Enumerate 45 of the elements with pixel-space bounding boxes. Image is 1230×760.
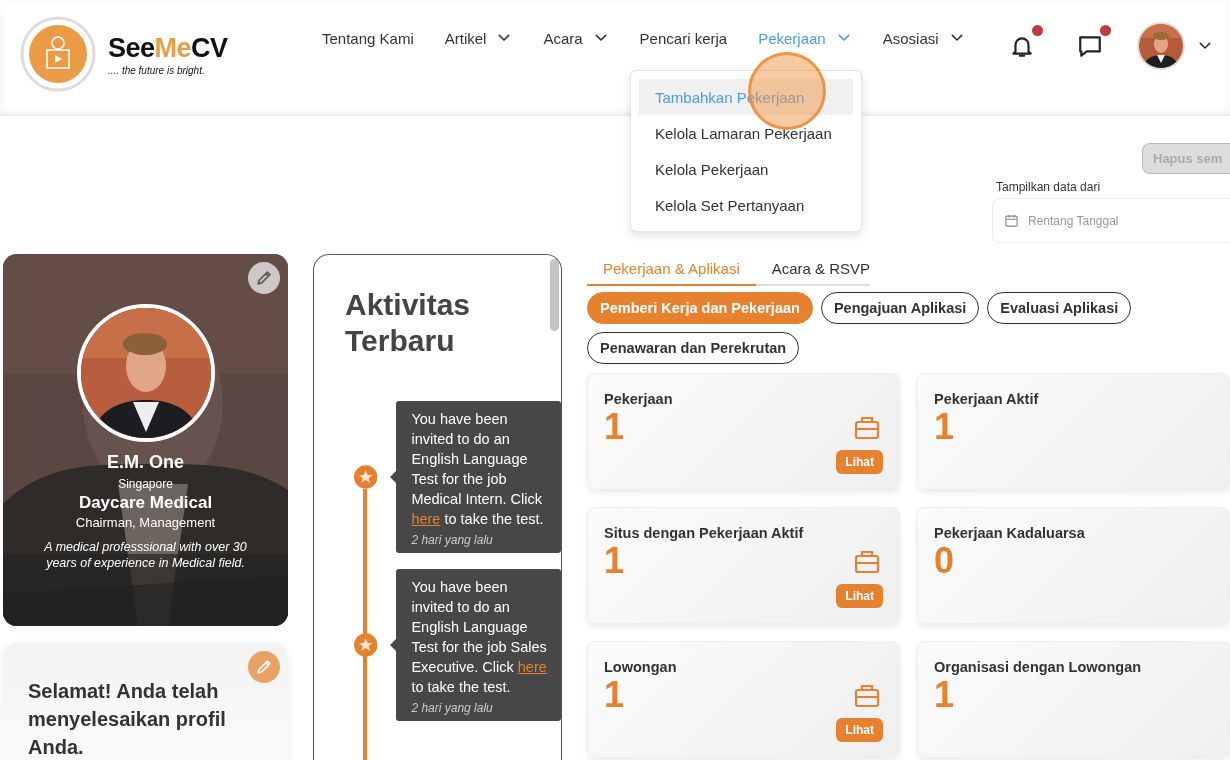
menu-item[interactable]: Kelola Lamaran Pekerjaan <box>639 115 853 151</box>
filter-chip[interactable]: Pengajuan Aplikasi <box>820 292 980 324</box>
logo-tagline: .... the future is bright. <box>108 64 206 76</box>
stat-value: 1 <box>604 543 625 579</box>
stat-title: Pekerjaan Aktif <box>934 391 1040 407</box>
scrollbar-thumb[interactable] <box>550 259 559 331</box>
message-button[interactable] <box>1076 25 1111 59</box>
logo-icon <box>20 16 96 92</box>
activity-time: 2 hari yang lalu <box>411 533 494 547</box>
filter-chip[interactable]: Penawaran dan Perekrutan <box>587 332 800 364</box>
stat-title: Organisasi dengan Lowongan <box>934 659 1143 675</box>
tab[interactable]: Acara & RSVP <box>755 258 887 286</box>
stat-value: 1 <box>604 677 625 713</box>
stat-title: Lowongan <box>604 659 678 675</box>
briefcase-icon <box>853 548 881 576</box>
stat-value: 1 <box>934 677 955 713</box>
field-label: Tampilkan data dari <box>996 180 1102 194</box>
stat-title: Situs dengan Pekerjaan Aktif <box>604 525 805 541</box>
panel-title: Aktivitas Terbaru <box>345 287 472 359</box>
menu-item[interactable]: Kelola Pekerjaan <box>639 151 853 187</box>
briefcase-icon <box>853 682 881 710</box>
calendar-icon <box>1004 213 1019 228</box>
date-range-field[interactable]: Rentang Tanggal <box>992 198 1230 243</box>
stat-title: Pekerjaan <box>604 391 674 407</box>
briefcase-icon <box>853 414 881 442</box>
nav-link[interactable]: Acara <box>543 28 609 48</box>
menu-item[interactable]: Kelola Set Pertanyaan <box>639 187 853 223</box>
stat-title: Pekerjaan Kadaluarsa <box>934 525 1086 541</box>
nav-link[interactable]: Tentang Kami <box>322 28 414 48</box>
chat-icon <box>1076 33 1103 59</box>
stat-value: 1 <box>604 409 625 445</box>
logo-wordmark: SeeMeCV <box>108 32 228 63</box>
activity-message: You have been invited to do an English Language Test for the job Medical Intern. Click here to take the test. <box>411 410 545 529</box>
star-marker-icon <box>354 633 378 657</box>
completion-message: Selamat! Anda telah menyelesaikan profil Anda. <box>28 679 227 760</box>
nav-link[interactable]: Asosiasi <box>882 28 965 48</box>
stat-value: 0 <box>934 543 955 579</box>
activity-message: You have been invited to do an English Language Test for the job Sales Executive. Click here to take the test. <box>411 578 547 697</box>
stat-value: 1 <box>934 409 955 445</box>
star-marker-icon <box>354 465 378 489</box>
pencil-icon <box>254 657 274 677</box>
nav-link[interactable]: Artikel <box>444 28 513 48</box>
nav-link[interactable]: Pencari kerja <box>639 28 728 48</box>
filter-chip[interactable]: Evaluasi Aplikasi <box>987 292 1132 324</box>
activity-time: 2 hari yang lalu <box>411 701 494 715</box>
